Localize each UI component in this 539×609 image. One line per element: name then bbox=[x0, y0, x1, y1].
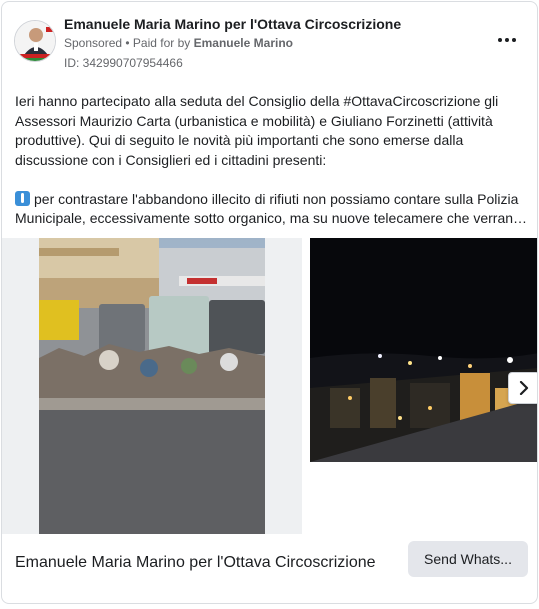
carousel-next-button[interactable] bbox=[508, 372, 537, 404]
post-paragraph-truncated: per contrastare l'abbandono illecito di … bbox=[15, 190, 530, 229]
paid-for-name: Emanuele Marino bbox=[193, 36, 293, 50]
separator: • bbox=[122, 36, 133, 50]
post-paragraph: Ieri hanno partecipato alla seduta del C… bbox=[15, 93, 499, 168]
sponsored-label: Sponsored bbox=[64, 36, 123, 50]
more-options-icon bbox=[498, 38, 502, 42]
page-name[interactable]: Emanuele Maria Marino per l'Ottava Circo… bbox=[64, 16, 401, 32]
more-options-dot bbox=[512, 38, 516, 42]
post-paragraph-text: per contrastare l'abbandono illecito di … bbox=[15, 190, 521, 227]
post-text: Ieri hanno partecipato alla seduta del C… bbox=[15, 92, 530, 229]
link-title[interactable]: Emanuele Maria Marino per l'Ottava Circo… bbox=[15, 554, 376, 572]
media-carousel bbox=[2, 238, 537, 534]
page-avatar[interactable] bbox=[14, 20, 56, 62]
sponsored-line: Sponsored • Paid for by Emanuele Marino bbox=[64, 36, 293, 50]
ad-card: Emanuele Maria Marino per l'Ottava Circo… bbox=[1, 1, 538, 604]
more-options-dot bbox=[505, 38, 509, 42]
carousel-image-street-waste[interactable] bbox=[2, 238, 302, 534]
emoji-box-icon bbox=[15, 190, 30, 206]
paid-for-prefix: Paid for by bbox=[132, 36, 194, 50]
chevron-right-icon bbox=[519, 381, 529, 395]
send-whatsapp-button[interactable]: Send Whats... bbox=[408, 541, 528, 577]
ad-id: ID: 342990707954466 bbox=[64, 56, 183, 70]
carousel-image-night-city[interactable] bbox=[310, 238, 537, 462]
more-options-button[interactable] bbox=[495, 30, 519, 50]
